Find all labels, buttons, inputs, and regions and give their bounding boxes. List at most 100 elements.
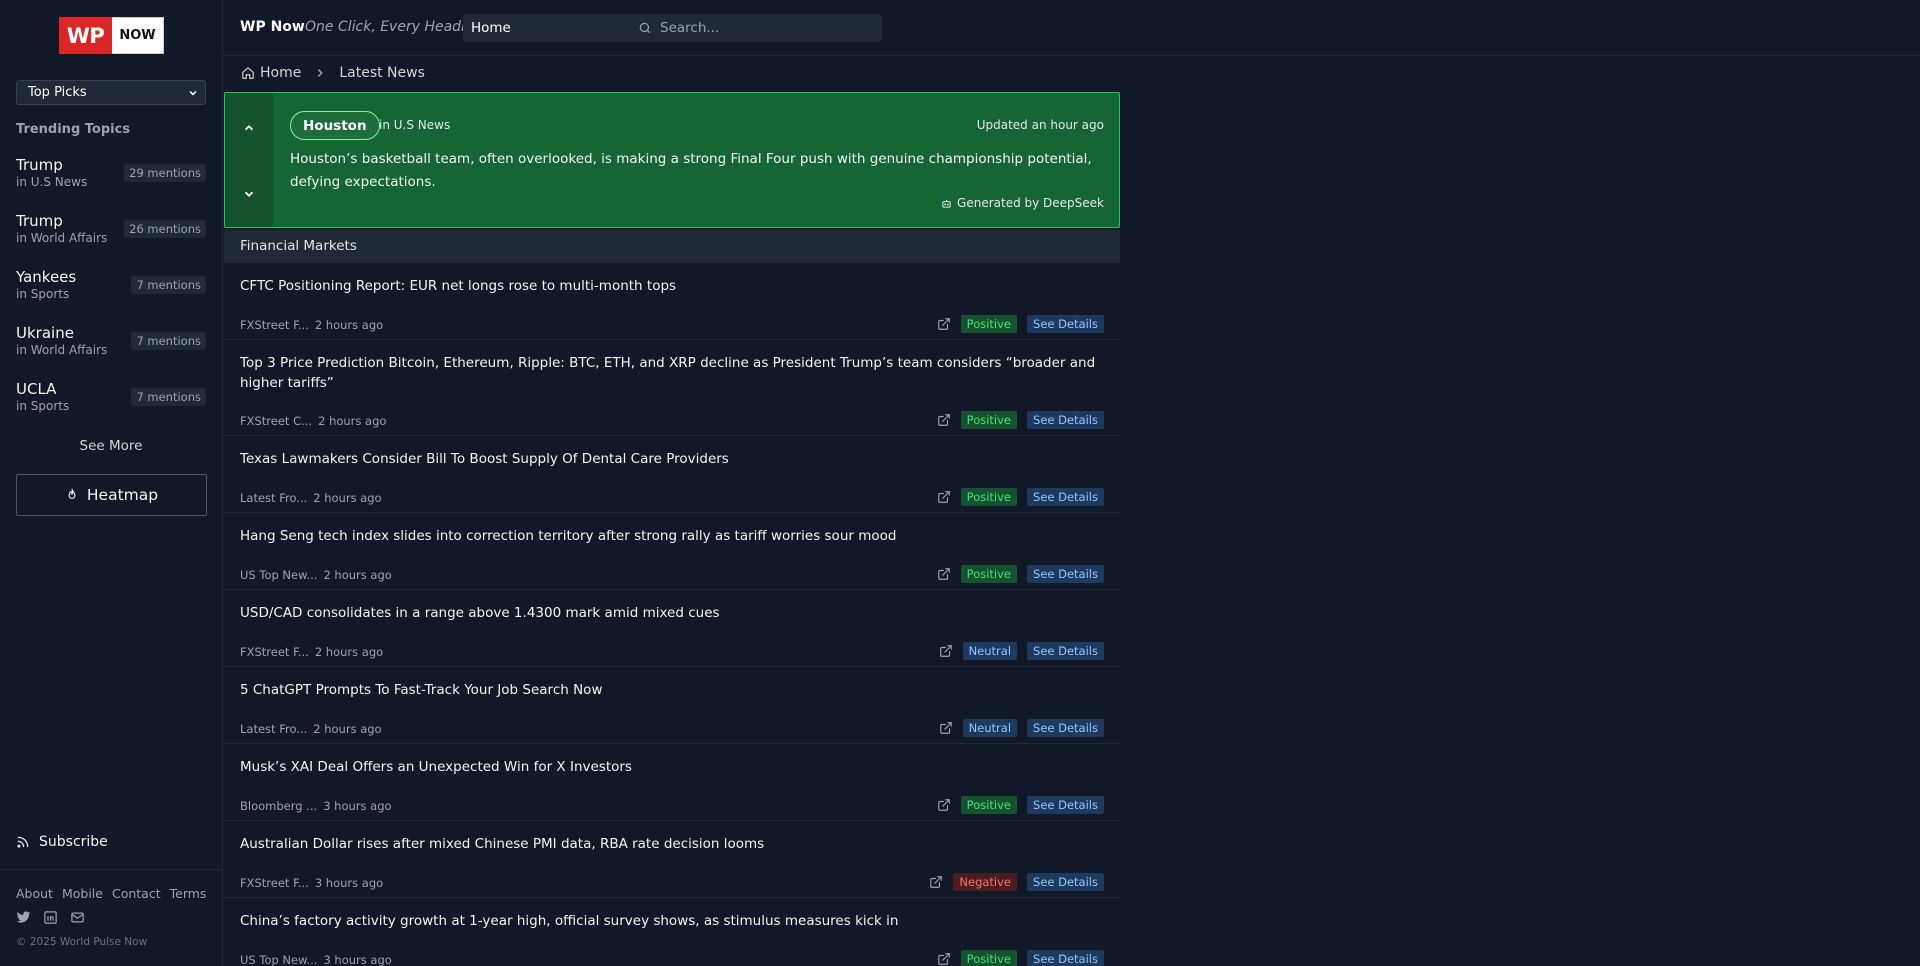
news-title[interactable]: CFTC Positioning Report: EUR net longs r…: [240, 276, 1100, 296]
trending-topic[interactable]: UCLA in Sports 7 mentions: [16, 380, 206, 420]
sentiment-badge: Positive: [960, 411, 1018, 429]
footer-link-contact[interactable]: Contact: [112, 886, 161, 901]
news-title[interactable]: USD/CAD consolidates in a range above 1.…: [240, 603, 1100, 623]
subscribe-label: Subscribe: [39, 834, 108, 850]
footer-link-about[interactable]: About: [16, 886, 53, 901]
see-details-button[interactable]: See Details: [1027, 796, 1104, 814]
breadcrumb-home[interactable]: Home: [241, 65, 301, 81]
trending-topic[interactable]: Ukraine in World Affairs 7 mentions: [16, 324, 206, 364]
news-item[interactable]: Top 3 Price Prediction Bitcoin, Ethereum…: [224, 340, 1120, 436]
news-item[interactable]: China’s factory activity growth at 1-yea…: [224, 898, 1120, 966]
news-meta: FXStreet F... 2 hours ago: [240, 645, 383, 659]
section-select[interactable]: Home: [463, 14, 649, 42]
external-link-icon[interactable]: [937, 413, 951, 427]
external-link-icon[interactable]: [937, 317, 951, 331]
summary-text: Houston’s basketball team, often overloo…: [290, 151, 1092, 190]
heatmap-button[interactable]: Heatmap: [16, 474, 207, 516]
external-link-icon[interactable]: [937, 567, 951, 581]
news-title[interactable]: China’s factory activity growth at 1-yea…: [240, 911, 1100, 931]
mail-icon[interactable]: [70, 910, 85, 925]
news-meta: Bloomberg ... 3 hours ago: [240, 799, 392, 813]
see-details-button[interactable]: See Details: [1027, 642, 1104, 660]
news-source: US Top New...: [240, 953, 318, 966]
footer-link-terms[interactable]: Terms: [170, 886, 207, 901]
breadcrumb-current: Latest News: [339, 65, 425, 81]
summary-topic-chip[interactable]: Houston: [290, 111, 380, 140]
news-title[interactable]: Top 3 Price Prediction Bitcoin, Ethereum…: [240, 353, 1100, 393]
external-link-icon[interactable]: [937, 490, 951, 504]
news-title[interactable]: Hang Seng tech index slides into correct…: [240, 526, 1100, 546]
external-link-icon[interactable]: [937, 798, 951, 812]
see-details-button[interactable]: See Details: [1027, 719, 1104, 737]
news-actions: Positive See Details: [937, 565, 1104, 583]
see-details-button[interactable]: See Details: [1027, 411, 1104, 429]
trending-topic[interactable]: Trump in World Affairs 26 mentions: [16, 212, 206, 252]
sidebar: WP NOW Top Picks Trending Topics Trump i…: [0, 0, 223, 966]
search-input[interactable]: [660, 20, 870, 36]
see-details-button[interactable]: See Details: [1027, 488, 1104, 506]
news-title[interactable]: 5 ChatGPT Prompts To Fast-Track Your Job…: [240, 680, 1100, 700]
external-link-icon[interactable]: [939, 721, 953, 735]
news-item[interactable]: Hang Seng tech index slides into correct…: [224, 513, 1120, 590]
sentiment-badge: Positive: [960, 315, 1018, 333]
news-actions: Positive See Details: [937, 796, 1104, 814]
news-source: FXStreet C...: [240, 414, 313, 428]
news-source: Latest Fro...: [240, 722, 308, 736]
home-icon: [242, 67, 254, 79]
news-title[interactable]: Musk’s XAI Deal Offers an Unexpected Win…: [240, 757, 1100, 777]
brand-name[interactable]: WP Now: [240, 19, 305, 35]
chevron-down-icon[interactable]: [242, 187, 256, 201]
news-title[interactable]: Texas Lawmakers Consider Bill To Boost S…: [240, 449, 1100, 469]
chevron-up-icon[interactable]: [242, 121, 256, 135]
news-meta: US Top New... 2 hours ago: [240, 568, 392, 582]
breadcrumb: Home Latest News: [241, 65, 425, 81]
breadcrumb-home-label: Home: [260, 65, 302, 81]
news-item[interactable]: USD/CAD consolidates in a range above 1.…: [224, 590, 1120, 667]
summary-updated: Updated an hour ago: [976, 118, 1104, 132]
news-item[interactable]: Musk’s XAI Deal Offers an Unexpected Win…: [224, 744, 1120, 821]
logo-now: NOW: [112, 17, 164, 54]
external-link-icon[interactable]: [937, 952, 951, 966]
news-time: 3 hours ago: [323, 799, 392, 813]
footer-link-mobile[interactable]: Mobile: [62, 886, 103, 901]
see-details-button[interactable]: See Details: [1027, 565, 1104, 583]
trending-topic[interactable]: Yankees in Sports 7 mentions: [16, 268, 206, 308]
logo[interactable]: WP NOW: [59, 17, 164, 54]
news-item[interactable]: CFTC Positioning Report: EUR net longs r…: [224, 263, 1120, 340]
external-link-icon[interactable]: [939, 644, 953, 658]
news-meta: FXStreet F... 2 hours ago: [240, 318, 383, 332]
sentiment-badge: Neutral: [962, 642, 1018, 660]
trending-topic[interactable]: Trump in U.S News 29 mentions: [16, 156, 206, 196]
sentiment-badge: Negative: [953, 873, 1018, 891]
see-details-button[interactable]: See Details: [1027, 873, 1104, 891]
topic-mentions: 26 mentions: [124, 220, 206, 238]
news-item[interactable]: 5 ChatGPT Prompts To Fast-Track Your Job…: [224, 667, 1120, 744]
sentiment-badge: Positive: [960, 565, 1018, 583]
subscribe-link[interactable]: Subscribe: [16, 834, 108, 850]
heatmap-label: Heatmap: [86, 486, 159, 504]
news-source: Bloomberg ...: [240, 799, 318, 813]
search-box[interactable]: [630, 14, 882, 42]
generated-by-label: Generated by DeepSeek: [957, 196, 1104, 210]
external-link-icon[interactable]: [929, 875, 943, 889]
news-source: Latest Fro...: [240, 491, 308, 505]
see-details-button[interactable]: See Details: [1027, 950, 1104, 966]
social-links: [16, 910, 85, 925]
summary-nav: [225, 93, 273, 227]
news-title[interactable]: Australian Dollar rises after mixed Chin…: [240, 834, 1100, 854]
news-source: FXStreet F...: [240, 876, 309, 890]
robot-icon: [942, 199, 951, 208]
twitter-icon[interactable]: [16, 910, 31, 925]
news-time: 2 hours ago: [314, 645, 384, 659]
see-more-link[interactable]: See More: [16, 438, 206, 454]
linkedin-icon[interactable]: [43, 910, 58, 925]
see-details-button[interactable]: See Details: [1027, 315, 1104, 333]
news-time: 2 hours ago: [313, 722, 382, 736]
news-item[interactable]: Texas Lawmakers Consider Bill To Boost S…: [224, 436, 1120, 513]
summary-category: in U.S News: [379, 118, 451, 132]
news-item[interactable]: Australian Dollar rises after mixed Chin…: [224, 821, 1120, 898]
news-time: 2 hours ago: [313, 491, 382, 505]
top-picks-select[interactable]: Top Picks: [16, 80, 206, 105]
topic-mentions: 29 mentions: [124, 164, 206, 182]
logo-wp: WP: [59, 17, 112, 54]
